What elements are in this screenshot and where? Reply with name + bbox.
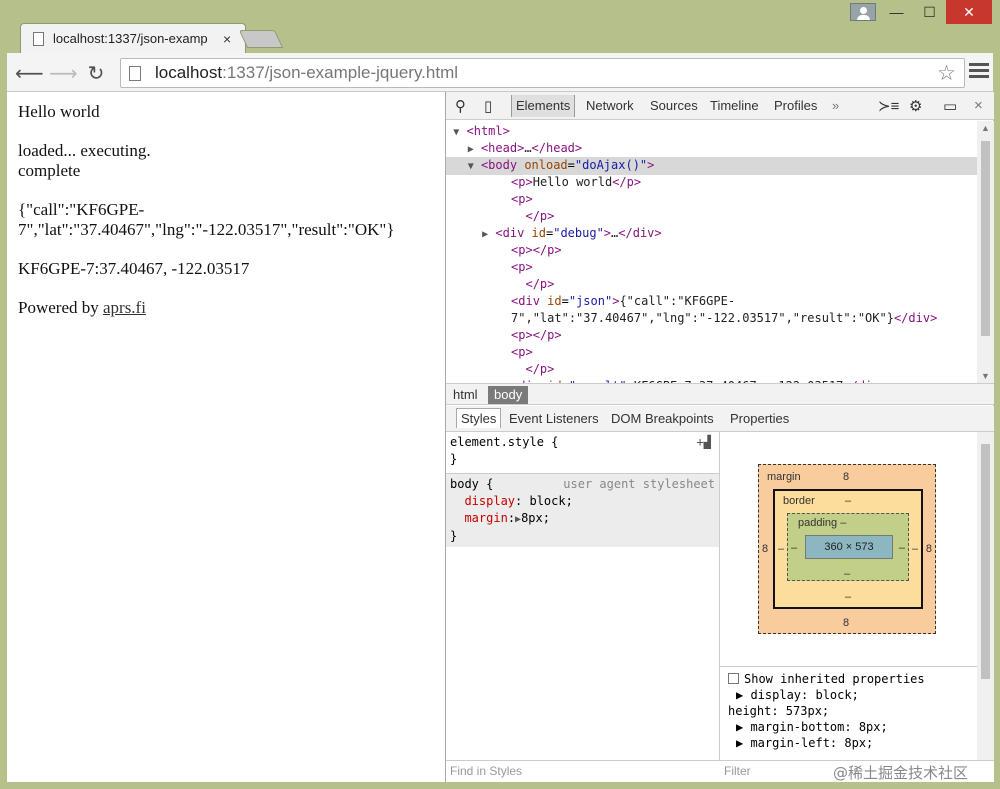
scroll-thumb[interactable] <box>981 444 990 679</box>
debug-text: loaded... executing. complete <box>18 141 151 180</box>
crumb-html[interactable]: html <box>447 386 484 404</box>
box-border: border – – – – padding – – – – 360 × 573 <box>773 489 923 609</box>
computed-row: height: 573px; <box>728 704 830 718</box>
elements-scrollbar[interactable]: ▲ ▼ <box>977 121 994 383</box>
bookmark-star-icon[interactable]: ☆ <box>937 61 956 86</box>
minimize-icon[interactable]: — <box>880 0 913 24</box>
dom-node[interactable]: <div id="json">{"call":"KF6GPE- <box>446 293 977 310</box>
styles-scrollbar[interactable] <box>977 432 994 762</box>
box-margin: margin 8 8 8 8 border – – – – padding – … <box>758 464 936 634</box>
more-tabs-icon[interactable]: » <box>832 98 839 113</box>
body-ua-rule: body {user agent stylesheet display: blo… <box>446 473 719 547</box>
dom-node[interactable]: <p>Hello world</p> <box>446 174 977 191</box>
page-icon <box>33 31 44 46</box>
devtools-toolbar: ⚲ ▯ Elements Network Sources Timeline Pr… <box>446 92 994 120</box>
result-text: KF6GPE-7:37.40467, -122.03517 <box>18 259 250 278</box>
dom-node[interactable]: <p></p> <box>446 242 977 259</box>
dom-node[interactable]: 7","lat":"37.40467","lng":"-122.03517","… <box>446 310 977 327</box>
crumb-body[interactable]: body <box>488 386 529 404</box>
close-devtools-icon[interactable]: × <box>974 97 983 114</box>
dock-icon[interactable]: ▭ <box>943 97 957 115</box>
watermark: @稀土掘金技术社区 <box>833 764 969 782</box>
tab-sources[interactable]: Sources <box>650 98 698 113</box>
tab-timeline[interactable]: Timeline <box>710 98 759 113</box>
aprs-link[interactable]: aprs.fi <box>103 298 146 317</box>
tab-network[interactable]: Network <box>586 98 634 113</box>
console-drawer-icon[interactable]: ≻≡ <box>878 97 899 115</box>
styles-pane: element.style {+▟ } body {user agent sty… <box>446 432 719 762</box>
url-host: localhost <box>155 63 223 82</box>
dom-node[interactable]: </p> <box>446 276 977 293</box>
page-content: Hello world loaded... executing. complete… <box>7 92 445 782</box>
box-content: 360 × 573 <box>805 535 893 559</box>
tab-elements[interactable]: Elements <box>511 95 576 117</box>
box-model: margin 8 8 8 8 border – – – – padding – … <box>720 432 977 666</box>
dom-tree[interactable]: ▼ <html> ▶ <head>…</head> ▼ <body onload… <box>446 121 977 383</box>
tab-properties[interactable]: Properties <box>730 411 789 426</box>
reload-icon[interactable]: ↻ <box>83 61 109 86</box>
hello-text: Hello world <box>18 102 100 121</box>
dom-node[interactable]: <p> <box>446 191 977 208</box>
browser-tab[interactable]: localhost:1337/json-examp × <box>20 23 246 53</box>
url-path: :1337/json-example-jquery.html <box>222 63 459 82</box>
menu-icon[interactable] <box>969 63 989 81</box>
dom-node[interactable]: ▶ <div id="debug">…</div> <box>446 225 977 243</box>
user-profile-icon[interactable] <box>850 3 876 21</box>
close-window-icon[interactable]: ✕ <box>946 0 992 24</box>
devtools-panel: ⚲ ▯ Elements Network Sources Timeline Pr… <box>445 92 994 782</box>
dom-node[interactable]: ▶ <head>…</head> <box>446 140 977 158</box>
tab-event-listeners[interactable]: Event Listeners <box>509 411 599 426</box>
browser-window: — ☐ ✕ localhost:1337/json-examp × ⟵ ⟶ ↻ … <box>0 0 1000 789</box>
dom-node[interactable]: </p> <box>446 361 977 378</box>
breadcrumb: html body <box>446 383 994 405</box>
filter-input[interactable]: Filter <box>724 764 751 778</box>
address-bar[interactable]: localhost:1337/json-example-jquery.html … <box>120 58 965 88</box>
tab-dom-breakpoints[interactable]: DOM Breakpoints <box>611 411 714 426</box>
element-style-rule[interactable]: element.style {+▟ } <box>446 432 719 470</box>
gear-icon[interactable]: ⚙ <box>909 97 922 115</box>
scroll-thumb[interactable] <box>981 141 990 336</box>
forward-icon[interactable]: ⟶ <box>49 61 78 86</box>
tab-styles[interactable]: Styles <box>456 408 502 428</box>
dom-node[interactable]: <p> <box>446 344 977 361</box>
powered-by: Powered by aprs.fi <box>18 298 146 317</box>
dom-node[interactable]: <p></p> <box>446 327 977 344</box>
dom-node[interactable]: ▼ <body onload="doAjax()"> <box>446 157 977 175</box>
show-inherited-toggle[interactable]: Show inherited properties <box>728 671 969 687</box>
dom-node[interactable]: <p> <box>446 259 977 276</box>
dom-node[interactable]: </p> <box>446 208 977 225</box>
add-rule-icon[interactable]: +▟ <box>697 434 711 451</box>
browser-toolbar: ⟵ ⟶ ↻ localhost:1337/json-example-jquery… <box>7 53 993 92</box>
tab-title: localhost:1337/json-examp <box>53 31 208 46</box>
tab-close-icon[interactable]: × <box>223 31 231 47</box>
computed-row[interactable]: ▶ margin-bottom: 8px; <box>728 719 969 735</box>
window-controls: — ☐ ✕ <box>880 0 992 24</box>
back-icon[interactable]: ⟵ <box>15 61 44 86</box>
json-text: {"call":"KF6GPE- 7","lat":"37.40467","lng… <box>18 200 395 239</box>
find-in-styles-input[interactable]: Find in Styles <box>450 764 522 778</box>
page-icon <box>129 65 141 81</box>
computed-row[interactable]: ▶ display: block; <box>728 687 969 703</box>
sidebar-tabs: Styles Event Listeners DOM Breakpoints P… <box>446 406 994 432</box>
computed-styles: Show inherited properties ▶ display: blo… <box>720 666 977 762</box>
box-padding: padding – – – – 360 × 573 <box>787 513 909 581</box>
new-tab-button[interactable] <box>238 30 284 48</box>
dom-node[interactable]: ▼ <html> <box>446 123 977 141</box>
computed-row[interactable]: ▶ margin-left: 8px; <box>728 735 969 751</box>
search-icon[interactable]: ⚲ <box>455 97 466 115</box>
device-mode-icon[interactable]: ▯ <box>484 97 492 115</box>
maximize-icon[interactable]: ☐ <box>913 0 946 24</box>
tab-profiles[interactable]: Profiles <box>774 98 817 113</box>
checkbox[interactable] <box>728 673 739 684</box>
